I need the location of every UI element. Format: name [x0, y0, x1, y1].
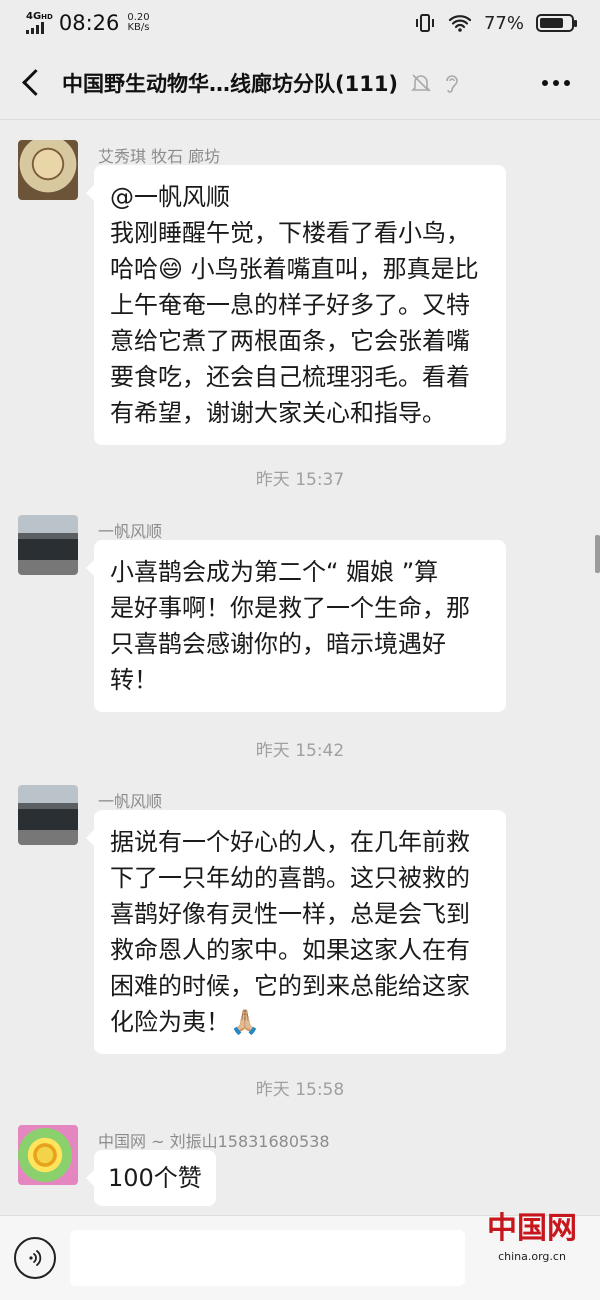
message-line: 有希望，谢谢大家关心和指导。	[110, 399, 446, 427]
message-line: 据说有一个好心的人，在几年前救	[110, 828, 470, 856]
wifi-icon	[448, 15, 472, 32]
sender-name: 艾秀琪 牧石 廊坊	[98, 147, 221, 166]
sender-name: 中国网 ~ 刘振山15831680538	[98, 1132, 330, 1151]
network-speed: 0.20 KB/s	[127, 12, 150, 33]
more-icon[interactable]	[542, 79, 584, 86]
message-line: 下了一只年幼的喜鹊。这只被救的	[110, 864, 470, 892]
message-input[interactable]	[70, 1230, 465, 1286]
message-bubble[interactable]: 小喜鹊会成为第二个“ 媚娘 ”算 是好事啊！你是救了一个生命，那 只喜鹊会感谢你…	[86, 540, 506, 712]
message-bubble[interactable]: @一帆风顺 我刚睡醒午觉，下楼看了看小鸟， 哈哈😄 小鸟张着嘴直叫，那真是比 上…	[86, 165, 506, 445]
timestamp: 昨天 15:37	[255, 470, 345, 490]
voice-icon[interactable]	[14, 1237, 56, 1279]
message-line: 上午奄奄一息的样子好多了。又特	[110, 291, 470, 319]
battery-fill	[540, 18, 564, 28]
message-bubble[interactable]: 100个赞	[86, 1150, 216, 1206]
ear-icon	[446, 74, 458, 93]
battery-percent: 77%	[483, 12, 524, 34]
message-line: 救命恩人的家中。如果这家人在有	[110, 936, 470, 964]
avatar[interactable]	[18, 1125, 78, 1185]
message-line: 化险为夷！🙏🏼	[110, 1008, 260, 1036]
timestamp: 昨天 15:58	[255, 1080, 345, 1100]
message-line: 喜鹊好像有灵性一样，总是会飞到	[110, 900, 470, 928]
message-line: 我刚睡醒午觉，下楼看了看小鸟，	[110, 219, 470, 247]
message-line: 哈哈😄 小鸟张着嘴直叫，那真是比	[110, 255, 479, 283]
message-line: 要食吃，还会自己梳理羽毛。看着	[110, 363, 470, 391]
back-arrow-icon[interactable]	[16, 63, 46, 103]
message-bubble[interactable]: 据说有一个好心的人，在几年前救 下了一只年幼的喜鹊。这只被救的 喜鹊好像有灵性一…	[86, 810, 506, 1054]
message-line: 小喜鹊会成为第二个“ 媚娘 ”算	[110, 558, 439, 586]
watermark-brand: 中国网	[487, 1211, 577, 1246]
message-line: 困难的时候，它的到来总能给这家	[110, 972, 470, 1000]
watermark-url: china.org.cn	[498, 1250, 566, 1263]
network-type: 4GHD	[26, 11, 53, 22]
scrollbar[interactable]	[595, 535, 600, 573]
message-line: 意给它煮了两根面条，它会张着嘴	[110, 327, 470, 355]
message-line: 只喜鹊会感谢你的，暗示境遇好	[110, 630, 446, 658]
signal-icon	[26, 22, 53, 34]
timestamp: 昨天 15:42	[255, 741, 345, 761]
battery-icon	[536, 14, 577, 32]
sender-name: 一帆风顺	[98, 522, 163, 541]
avatar[interactable]	[18, 785, 78, 845]
avatar[interactable]	[18, 515, 78, 575]
sender-name: 一帆风顺	[98, 792, 163, 811]
status-bar: 4GHD 08:26 0.20 KB/s 77%	[0, 0, 600, 46]
chat-header: 中国野生动物华…线廊坊分队(111)	[0, 46, 600, 120]
watermark-logo: 中国网 china.org.cn	[482, 1208, 582, 1278]
message-line: 转！	[110, 666, 158, 694]
message-line: 100个赞	[108, 1164, 202, 1192]
chat-area[interactable]: 艾秀琪 牧石 廊坊 @一帆风顺 我刚睡醒午觉，下楼看了看小鸟， 哈哈😄 小鸟张着…	[0, 120, 600, 1215]
vibrate-icon	[415, 14, 434, 32]
avatar[interactable]	[18, 140, 78, 200]
message-line: @一帆风顺	[110, 183, 230, 211]
chat-title[interactable]: 中国野生动物华…线廊坊分队(111)	[62, 68, 398, 98]
network-indicator: 4GHD	[26, 12, 53, 34]
bell-off-icon	[411, 73, 431, 92]
clock: 08:26	[58, 11, 120, 35]
message-line: 是好事啊！你是救了一个生命，那	[110, 594, 470, 622]
